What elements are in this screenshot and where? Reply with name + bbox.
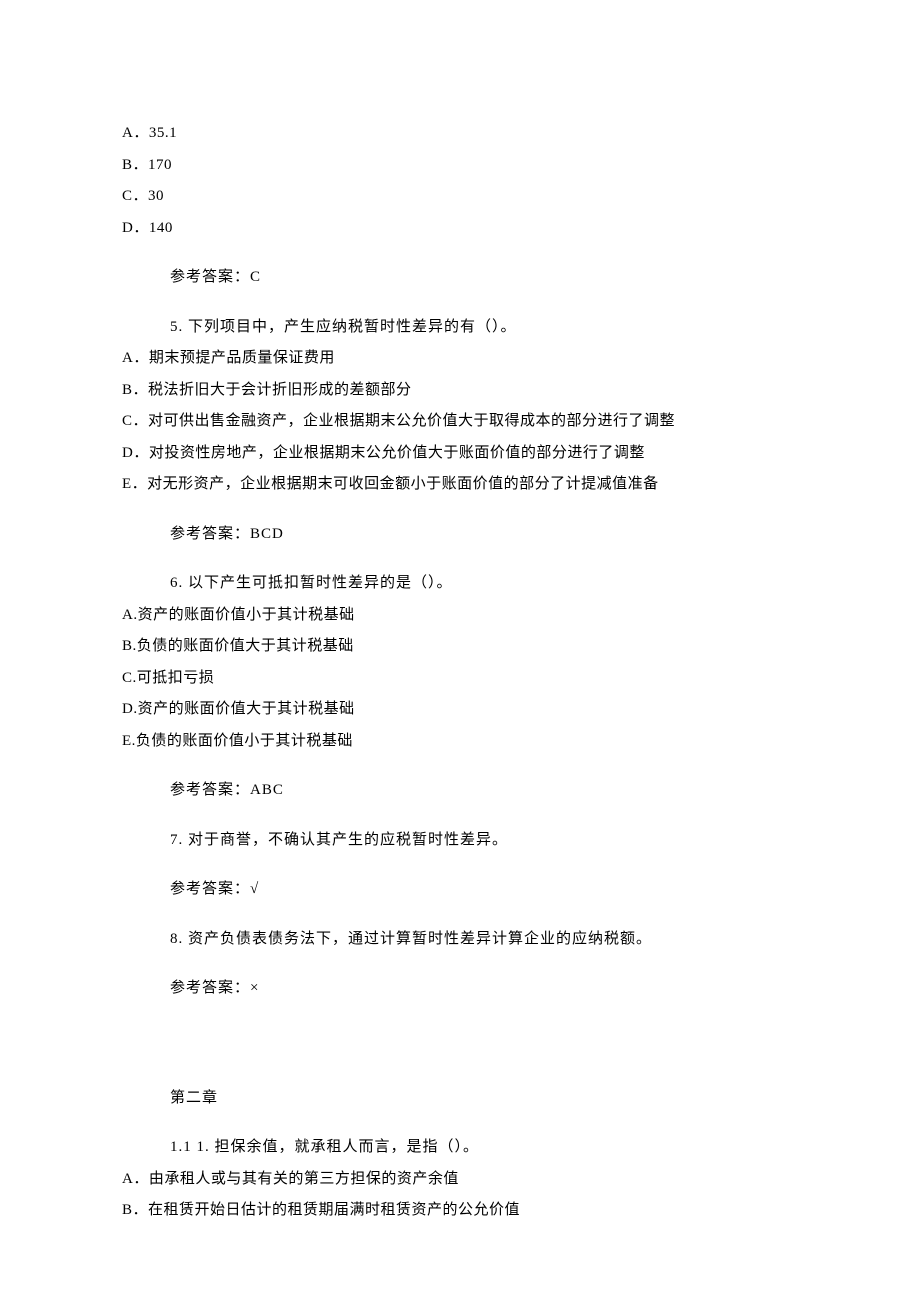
q6-option-c: C.可抵扣亏损 bbox=[122, 663, 798, 695]
q4-option-c: C．30 bbox=[122, 181, 798, 213]
q4-option-b: B．170 bbox=[122, 150, 798, 182]
q5-option-e: E．对无形资产，企业根据期末可收回金额小于账面价值的部分了计提减值准备 bbox=[122, 469, 798, 501]
q5-option-c: C．对可供出售金融资产，企业根据期末公允价值大于取得成本的部分进行了调整 bbox=[122, 406, 798, 438]
q5-answer: 参考答案：BCD bbox=[122, 501, 798, 569]
ch2-q1-option-b: B．在租赁开始日估计的租赁期届满时租赁资产的公允价值 bbox=[122, 1195, 798, 1227]
q7-stem: 7. 对于商誉，不确认其产生的应税暂时性差异。 bbox=[122, 825, 798, 857]
q8-stem: 8. 资产负债表债务法下，通过计算暂时性差异计算企业的应纳税额。 bbox=[122, 924, 798, 956]
document-page: A．35.1 B．170 C．30 D．140 参考答案：C 5. 下列项目中，… bbox=[0, 0, 920, 1307]
q7-answer: 参考答案：√ bbox=[122, 856, 798, 924]
ch2-q1-option-a: A．由承租人或与其有关的第三方担保的资产余值 bbox=[122, 1164, 798, 1196]
chapter-2-title: 第二章 bbox=[122, 1023, 798, 1133]
q6-option-a: A.资产的账面价值小于其计税基础 bbox=[122, 600, 798, 632]
q5-option-d: D．对投资性房地产，企业根据期末公允价值大于账面价值的部分进行了调整 bbox=[122, 438, 798, 470]
q4-option-d: D．140 bbox=[122, 213, 798, 245]
q5-stem: 5. 下列项目中，产生应纳税暂时性差异的有（）。 bbox=[122, 312, 798, 344]
ch2-q1-stem: 1.1 1. 担保余值，就承租人而言，是指（）。 bbox=[122, 1132, 798, 1164]
q8-answer: 参考答案：× bbox=[122, 955, 798, 1023]
q6-option-e: E.负债的账面价值小于其计税基础 bbox=[122, 726, 798, 758]
q6-option-b: B.负债的账面价值大于其计税基础 bbox=[122, 631, 798, 663]
q6-answer: 参考答案：ABC bbox=[122, 757, 798, 825]
q5-option-b: B．税法折旧大于会计折旧形成的差额部分 bbox=[122, 375, 798, 407]
q6-stem: 6. 以下产生可抵扣暂时性差异的是（）。 bbox=[122, 568, 798, 600]
q4-option-a: A．35.1 bbox=[122, 118, 798, 150]
q6-option-d: D.资产的账面价值大于其计税基础 bbox=[122, 694, 798, 726]
q4-answer: 参考答案：C bbox=[122, 244, 798, 312]
q5-option-a: A．期末预提产品质量保证费用 bbox=[122, 343, 798, 375]
